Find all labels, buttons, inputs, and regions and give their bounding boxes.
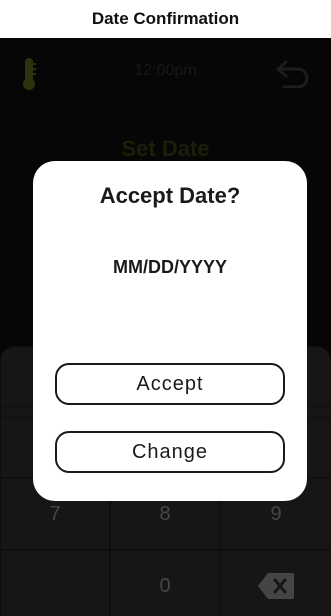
device-screen: 12:00pm Set Date 7 8 9 0 Accept Date? MM… — [0, 38, 331, 616]
accept-button[interactable]: Accept — [55, 363, 285, 405]
confirm-date-dialog: Accept Date? MM/DD/YYYY Accept Change — [33, 161, 307, 501]
change-button[interactable]: Change — [55, 431, 285, 473]
date-value: MM/DD/YYYY — [112, 257, 227, 277]
dialog-title: Accept Date? — [99, 183, 241, 208]
page-caption: Date Confirmation — [91, 9, 240, 28]
